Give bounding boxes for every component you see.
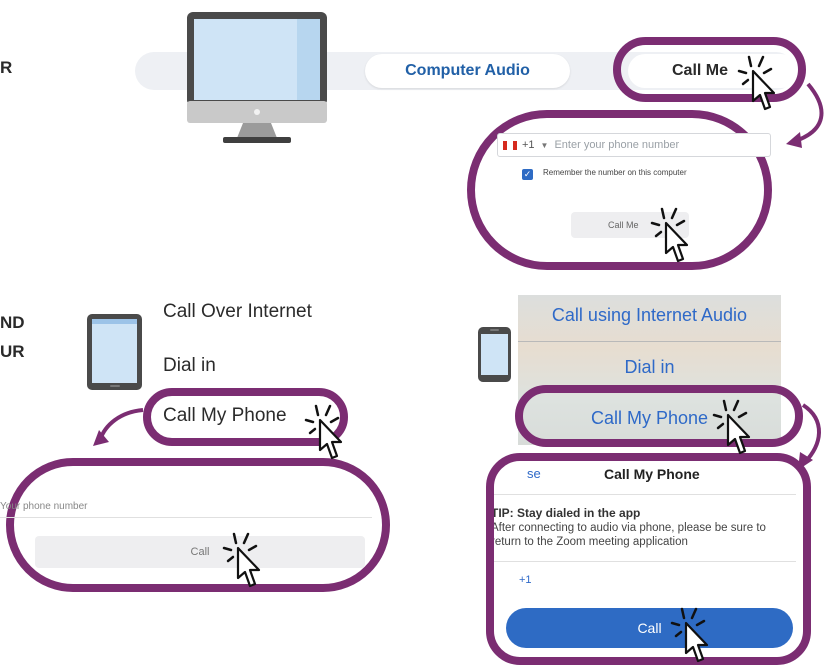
click-cursor-icon bbox=[304, 404, 343, 460]
click-cursor-icon bbox=[650, 207, 689, 263]
click-cursor-icon bbox=[712, 399, 751, 455]
click-cursor-icon bbox=[737, 55, 776, 111]
arrow-connector-icon bbox=[798, 403, 821, 470]
click-cursor-icon bbox=[222, 532, 261, 588]
click-cursor-icon bbox=[670, 607, 709, 663]
